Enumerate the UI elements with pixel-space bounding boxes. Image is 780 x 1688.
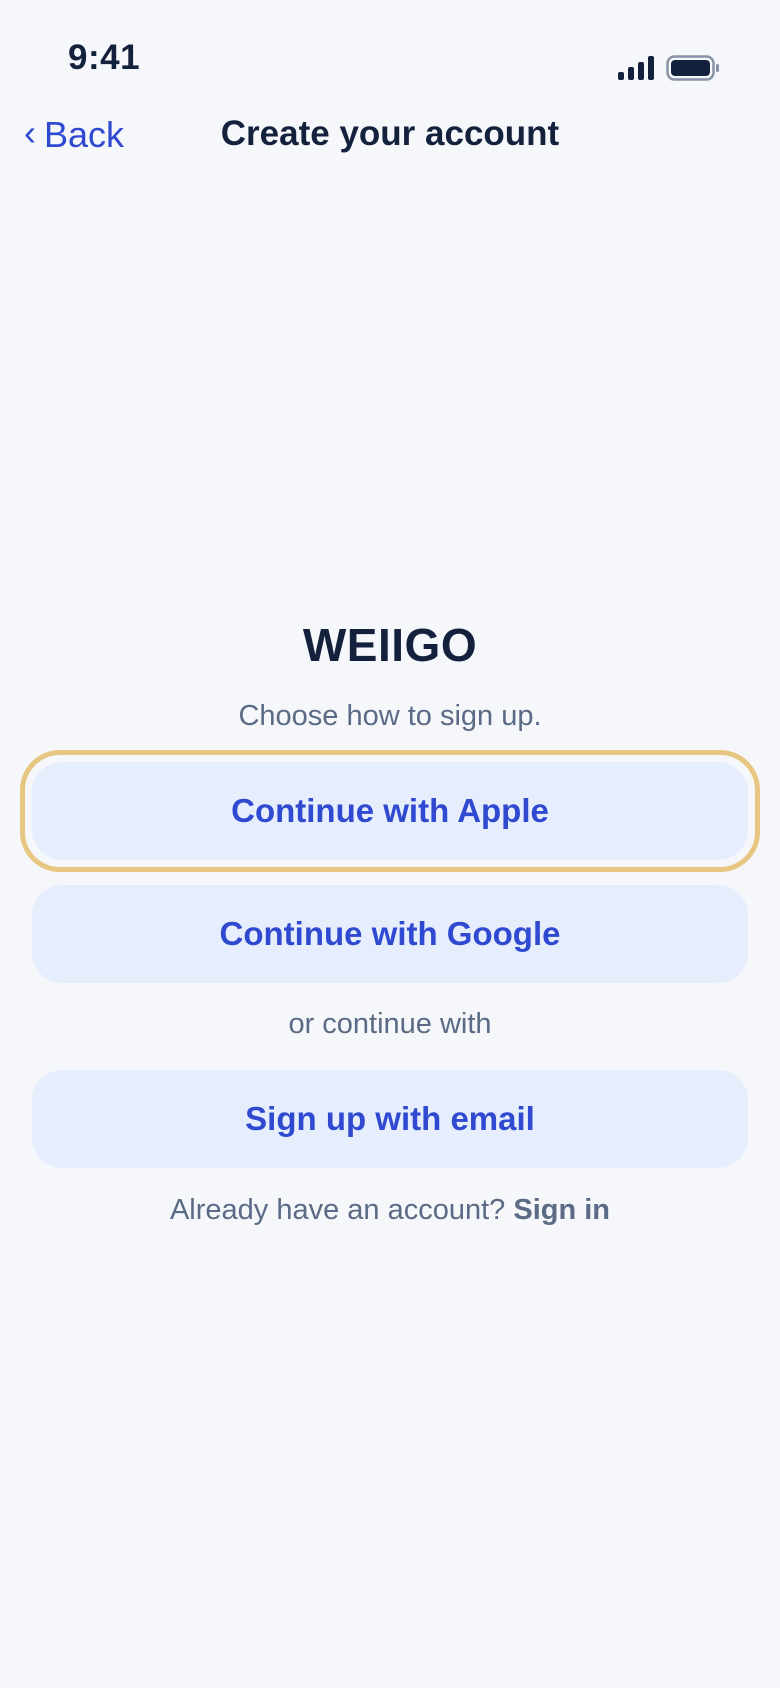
status-bar: 9:41 [0,0,780,120]
signin-prompt: Already have an account? Sign in [0,1194,780,1227]
continue-with-google-button[interactable]: Continue with Google [32,885,748,983]
back-label: Back [44,114,125,155]
back-button[interactable]: ‹ Back [24,114,124,156]
chevron-left-icon: ‹ [24,112,36,153]
continue-with-apple-button[interactable]: Continue with Apple [32,762,748,860]
status-time: 9:41 [68,38,141,77]
battery-icon [666,55,719,81]
sign-up-with-email-button[interactable]: Sign up with email [32,1070,748,1168]
signup-subtitle: Choose how to sign up. [238,700,542,732]
google-button-label: Continue with Google [219,915,561,952]
apple-button-label: Continue with Apple [231,792,549,829]
signin-prompt-text: Already have an account? [169,1194,506,1226]
divider-text: or continue with [288,1008,492,1040]
signal-icon [618,56,654,80]
email-button-label: Sign up with email [245,1100,535,1137]
sign-in-link[interactable]: Sign in [513,1194,610,1226]
brand-name: WEIIGO [302,619,478,671]
